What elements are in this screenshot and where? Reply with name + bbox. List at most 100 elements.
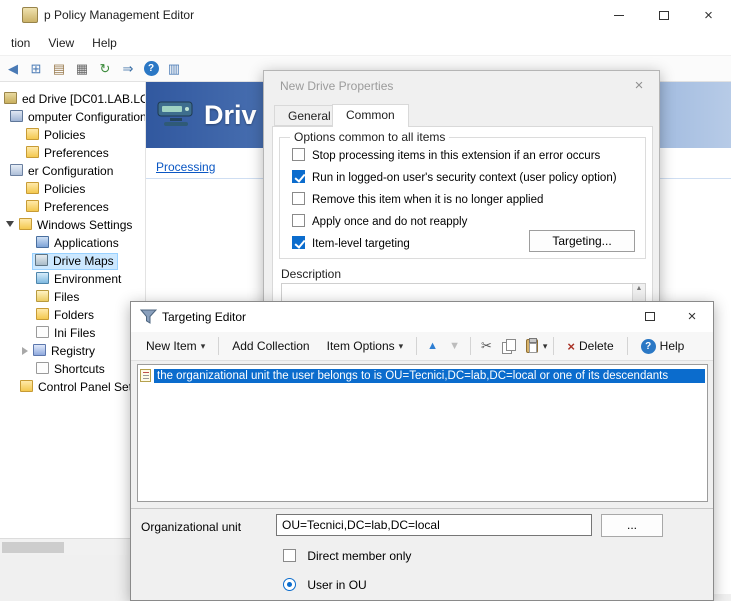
tree-item-user-configuration[interactable]: er Configuration bbox=[0, 162, 145, 180]
dialog-title: Targeting Editor bbox=[162, 310, 246, 324]
clipboard-icon[interactable]: ▤ bbox=[50, 60, 68, 78]
tree-item-folders[interactable]: Folders bbox=[0, 306, 145, 324]
export-list-icon[interactable]: ⇒ bbox=[119, 60, 137, 78]
tree-item-preferences[interactable]: Preferences bbox=[0, 144, 145, 162]
new-item-button[interactable]: New Item▾ bbox=[139, 335, 212, 357]
minimize-button[interactable] bbox=[596, 0, 641, 30]
remove-when-not-applied-checkbox[interactable] bbox=[292, 192, 305, 205]
show-tree-icon[interactable]: ⊞ bbox=[27, 60, 45, 78]
menu-help[interactable]: Help bbox=[83, 31, 126, 55]
organizational-unit-input[interactable] bbox=[276, 514, 592, 536]
tree-item-gpo-root[interactable]: ed Drive [DC01.LAB.LOCA bbox=[0, 90, 145, 108]
delete-x-icon: × bbox=[567, 339, 575, 354]
menu-view[interactable]: View bbox=[39, 31, 83, 55]
expander-closed-icon[interactable] bbox=[22, 347, 28, 355]
description-label: Description bbox=[281, 267, 341, 281]
close-icon: × bbox=[688, 309, 697, 324]
help-button[interactable]: ?Help bbox=[634, 335, 692, 358]
gpme-app-icon bbox=[22, 7, 38, 23]
apply-once-checkbox[interactable] bbox=[292, 214, 305, 227]
targeting-titlebar[interactable]: Targeting Editor × bbox=[131, 302, 713, 332]
console-tree: ed Drive [DC01.LAB.LOCA omputer Configur… bbox=[0, 82, 146, 538]
scrollbar-thumb[interactable] bbox=[2, 542, 64, 553]
back-icon[interactable]: ◀ bbox=[4, 60, 22, 78]
tree-item-windows-settings[interactable]: Windows Settings bbox=[0, 216, 145, 234]
move-down-icon[interactable]: ▼ bbox=[445, 340, 464, 352]
maximize-icon bbox=[645, 312, 655, 321]
expander-open-icon[interactable] bbox=[6, 221, 14, 227]
targeting-button[interactable]: Targeting... bbox=[529, 230, 635, 252]
drive-icon bbox=[35, 254, 48, 266]
tree-item-preferences[interactable]: Preferences bbox=[0, 198, 145, 216]
toolbar-separator bbox=[553, 337, 554, 355]
folder-icon bbox=[20, 380, 33, 392]
tree-item-drive-maps[interactable]: Drive Maps bbox=[0, 252, 145, 270]
paste-chevron-icon[interactable]: ▾ bbox=[543, 341, 548, 352]
tree-horizontal-scrollbar[interactable] bbox=[0, 538, 146, 555]
run-in-user-context-checkbox[interactable] bbox=[292, 170, 305, 183]
tree-item-registry[interactable]: Registry bbox=[0, 342, 145, 360]
item-options-button[interactable]: Item Options▾ bbox=[320, 335, 411, 357]
chevron-down-icon: ▾ bbox=[399, 341, 404, 352]
tree-item-applications[interactable]: Applications bbox=[0, 234, 145, 252]
folder-icon bbox=[19, 218, 32, 230]
delete-button[interactable]: ×Delete bbox=[560, 335, 620, 358]
maximize-button[interactable] bbox=[641, 0, 686, 30]
item-level-targeting-checkbox[interactable] bbox=[292, 236, 305, 249]
shortcuts-icon bbox=[36, 362, 49, 374]
ini-icon bbox=[36, 326, 49, 338]
gpo-root-icon bbox=[4, 92, 17, 104]
registry-icon bbox=[33, 344, 46, 356]
direct-member-only-label: Direct member only bbox=[307, 549, 411, 563]
refresh-icon[interactable]: ↻ bbox=[96, 60, 114, 78]
targeting-items-list[interactable]: the organizational unit the user belongs… bbox=[137, 364, 708, 502]
dialog-title: New Drive Properties bbox=[280, 79, 393, 93]
funnel-icon bbox=[140, 309, 157, 325]
menu-action[interactable]: tion bbox=[2, 31, 39, 55]
organizational-unit-label: Organizational unit bbox=[141, 520, 241, 534]
folder-icon bbox=[26, 146, 39, 158]
applications-icon bbox=[36, 236, 49, 248]
processing-link[interactable]: Processing bbox=[156, 160, 215, 174]
move-up-icon[interactable]: ▲ bbox=[423, 340, 442, 352]
user-in-ou-radio[interactable] bbox=[283, 578, 296, 591]
tab-common[interactable]: Common bbox=[332, 104, 409, 127]
targeting-item-text[interactable]: the organizational unit the user belongs… bbox=[154, 369, 705, 383]
add-collection-button[interactable]: Add Collection bbox=[225, 335, 316, 357]
printer-icon[interactable]: ▦ bbox=[73, 60, 91, 78]
maximize-button[interactable] bbox=[629, 302, 671, 331]
tree-item-control-panel-settings[interactable]: Control Panel Sett bbox=[0, 378, 145, 396]
form-divider bbox=[131, 508, 713, 509]
direct-member-only-checkbox[interactable] bbox=[283, 549, 296, 562]
stop-processing-checkbox[interactable] bbox=[292, 148, 305, 161]
toolbar-separator bbox=[627, 337, 628, 355]
close-button[interactable]: × bbox=[671, 302, 713, 331]
close-button[interactable]: × bbox=[686, 0, 731, 30]
paste-icon[interactable] bbox=[526, 339, 538, 353]
files-icon bbox=[36, 290, 49, 302]
options-group-box: Options common to all items Stop process… bbox=[279, 137, 646, 259]
targeting-item-row[interactable]: the organizational unit the user belongs… bbox=[140, 367, 705, 384]
main-titlebar[interactable]: p Policy Management Editor × bbox=[0, 0, 731, 30]
toolbar-separator bbox=[470, 337, 471, 355]
tree-item-computer-configuration[interactable]: omputer Configuration bbox=[0, 108, 145, 126]
folders-icon bbox=[36, 308, 49, 320]
folder-icon bbox=[26, 200, 39, 212]
tree-item-shortcuts[interactable]: Shortcuts bbox=[0, 360, 145, 378]
cut-icon[interactable]: ✂ bbox=[477, 338, 496, 354]
copy-icon[interactable] bbox=[502, 339, 516, 353]
new-drive-properties-dialog: New Drive Properties × General Common Op… bbox=[263, 70, 660, 318]
minimize-icon bbox=[614, 15, 624, 16]
close-button[interactable]: × bbox=[619, 71, 659, 99]
help-icon[interactable]: ? bbox=[142, 60, 160, 78]
tree-item-environment[interactable]: Environment bbox=[0, 270, 145, 288]
tree-item-ini-files[interactable]: Ini Files bbox=[0, 324, 145, 342]
tree-item-policies[interactable]: Policies bbox=[0, 180, 145, 198]
user-icon bbox=[10, 164, 23, 176]
close-icon: × bbox=[635, 77, 644, 94]
targeting-item-icon bbox=[140, 369, 151, 382]
browse-button[interactable]: ... bbox=[601, 514, 663, 537]
tree-item-policies[interactable]: Policies bbox=[0, 126, 145, 144]
tree-item-files[interactable]: Files bbox=[0, 288, 145, 306]
list-view-icon[interactable]: ▥ bbox=[165, 60, 183, 78]
